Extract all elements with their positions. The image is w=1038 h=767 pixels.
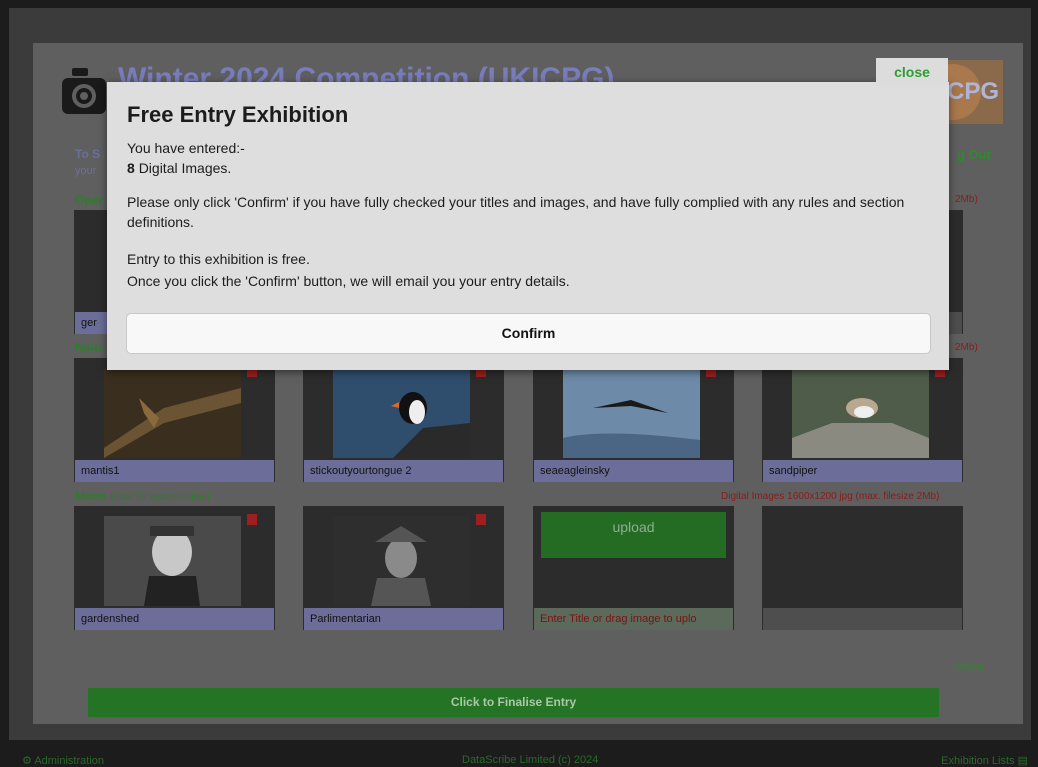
exhibition-lists-link[interactable]: Exhibition Lists ▤ (941, 754, 1028, 767)
instructions-text: To S (75, 147, 101, 161)
entry-title[interactable]: seaeagleinsky (534, 460, 733, 482)
camera-icon (62, 68, 106, 114)
instructions-text-2: your (75, 165, 97, 177)
empty-tile (762, 506, 963, 630)
entry-title[interactable]: sandpiper (763, 460, 962, 482)
upload-button[interactable]: upload (541, 512, 726, 558)
delete-icon[interactable] (476, 514, 486, 525)
delete-icon[interactable] (247, 514, 257, 525)
entry-tile[interactable]: gardenshed (74, 506, 275, 630)
entry-tile[interactable]: Parlimentarian (303, 506, 504, 630)
entry-thumbnail (104, 368, 241, 458)
entry-title[interactable]: mantis1 (75, 460, 274, 482)
close-button[interactable]: close (876, 58, 948, 86)
entry-title[interactable]: Parlimentarian (304, 608, 503, 630)
confirm-button[interactable]: Confirm (126, 313, 931, 354)
section-open-spec: 2Mb) (955, 194, 978, 205)
entry-thumbnail (792, 368, 929, 458)
entry-thumbnail (333, 368, 470, 458)
more-link[interactable]: ... more (940, 658, 984, 673)
entry-tile[interactable]: stickoutyourtongue 2 (303, 358, 504, 482)
email-note: Once you click the 'Confirm' button, we … (127, 273, 570, 289)
entry-title[interactable]: gardenshed (75, 608, 274, 630)
section-nature-spec: 2Mb) (955, 342, 978, 353)
title-input[interactable]: Enter Title or drag image to uplo (534, 608, 733, 630)
entry-title[interactable]: stickoutyourtongue 2 (304, 460, 503, 482)
section-open-label[interactable]: Oper (75, 193, 103, 207)
free-entry-note: Entry to this exhibition is free. (127, 251, 310, 267)
section-mono-spec: Digital Images 1600x1200 jpg (max. files… (721, 491, 940, 502)
logout-link[interactable]: g Out (957, 147, 991, 162)
confirm-entry-modal: Free Entry Exhibition You have entered:-… (107, 82, 949, 370)
entry-title-empty (763, 608, 962, 630)
confirm-warning: Please only click 'Confirm' if you have … (127, 194, 905, 230)
entered-count: 8 Digital Images. (127, 160, 232, 176)
section-nature-label[interactable]: Natu (75, 340, 102, 354)
entry-tile[interactable]: mantis1 (74, 358, 275, 482)
copyright-text: DataScribe Limited (c) 2024 (462, 754, 599, 766)
administration-link[interactable]: ⚙ Administration (22, 754, 104, 767)
modal-title: Free Entry Exhibition (127, 102, 349, 127)
section-mono-label[interactable]: Mono (click for section rules) (75, 489, 210, 503)
entry-tile[interactable]: seaeagleinsky (533, 358, 734, 482)
footer: ⚙ Administration DataScribe Limited (c) … (0, 752, 1038, 767)
upload-tile[interactable]: upload Enter Title or drag image to uplo (533, 506, 734, 630)
entry-thumbnail (563, 368, 700, 458)
finalise-entry-button[interactable]: Click to Finalise Entry (88, 688, 939, 717)
entry-thumbnail (333, 516, 470, 606)
entry-tile[interactable]: sandpiper (762, 358, 963, 482)
entry-thumbnail (104, 516, 241, 606)
entered-label: You have entered:- (127, 140, 245, 156)
